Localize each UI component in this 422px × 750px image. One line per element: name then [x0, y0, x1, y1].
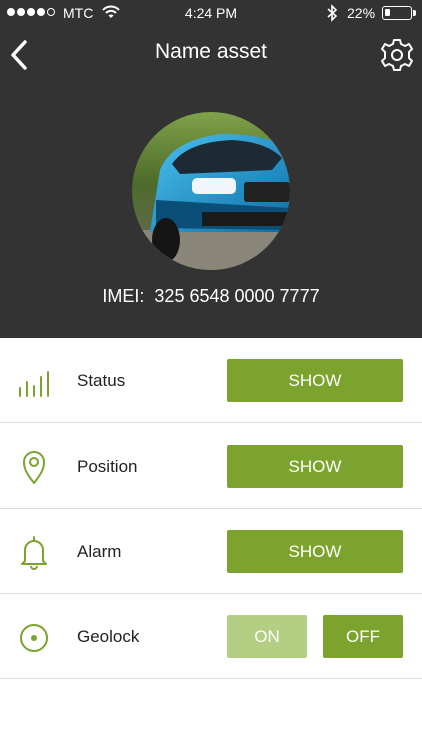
- geolock-on-button[interactable]: ON: [227, 615, 307, 658]
- alarm-row: Alarm SHOW: [0, 509, 422, 594]
- bluetooth-icon: [326, 4, 338, 25]
- alarm-label: Alarm: [77, 542, 122, 561]
- page-title: Name asset: [154, 40, 268, 63]
- status-row: Status SHOW: [0, 338, 422, 423]
- status-show-button[interactable]: SHOW: [227, 359, 403, 402]
- imei-value: 325 6548 0000 7777: [154, 286, 320, 306]
- alarm-show-button[interactable]: SHOW: [227, 530, 403, 573]
- header: MTC 4:24 PM 22% Name asset IMEI: 325 654…: [0, 0, 422, 338]
- settings-button[interactable]: [380, 38, 414, 72]
- map-pin-icon: [16, 446, 52, 486]
- signal-bars-icon: [16, 360, 52, 400]
- position-row: Position SHOW: [0, 424, 422, 509]
- status-label: Status: [77, 371, 126, 390]
- geolock-off-button[interactable]: OFF: [323, 615, 403, 658]
- gear-icon: [381, 39, 413, 71]
- geolock-label: Geolock: [77, 627, 140, 646]
- battery-percent: 22%: [347, 5, 376, 21]
- battery-cap: [413, 10, 416, 16]
- status-bar: MTC 4:24 PM 22%: [0, 0, 422, 26]
- geolock-row: Geolock ON OFF: [0, 594, 422, 679]
- bell-icon: [16, 531, 52, 571]
- battery-fill: [385, 9, 390, 16]
- battery-icon: [382, 6, 412, 20]
- position-label: Position: [77, 457, 138, 476]
- target-icon: [16, 616, 52, 656]
- asset-avatar[interactable]: [132, 112, 290, 270]
- imei-label: IMEI:: [102, 286, 145, 306]
- imei-text: IMEI: 325 6548 0000 7777: [0, 286, 422, 307]
- position-show-button[interactable]: SHOW: [227, 445, 403, 488]
